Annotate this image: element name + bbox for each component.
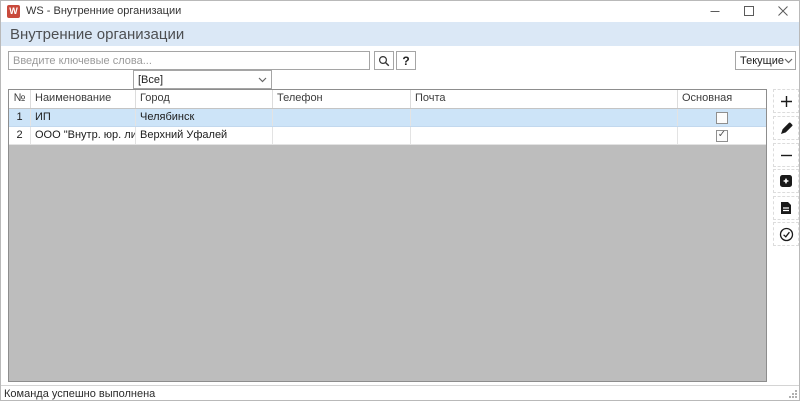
search-input[interactable] bbox=[8, 51, 370, 70]
table-row[interactable]: 1 ИП Челябинск bbox=[9, 109, 766, 127]
cell-mail bbox=[411, 109, 678, 126]
window-controls bbox=[698, 0, 800, 22]
help-button[interactable]: ? bbox=[396, 51, 416, 70]
col-header-mail[interactable]: Почта bbox=[411, 90, 678, 108]
add-button[interactable] bbox=[773, 89, 799, 113]
primary-checkbox[interactable] bbox=[716, 112, 728, 124]
app-logo-letter: W bbox=[9, 7, 18, 16]
organizations-table: № Наименование Город Телефон Почта Основ… bbox=[8, 89, 767, 382]
status-message: Команда успешно выполнена bbox=[4, 388, 155, 400]
minimize-icon bbox=[710, 6, 720, 16]
page-header: Внутренние организации bbox=[0, 22, 800, 46]
cell-city: Верхний Уфалей bbox=[136, 127, 273, 144]
document-icon bbox=[780, 201, 792, 215]
titlebar: W WS - Внутренние организации bbox=[0, 0, 800, 22]
cell-city: Челябинск bbox=[136, 109, 273, 126]
search-button[interactable] bbox=[374, 51, 394, 70]
edit-button[interactable] bbox=[773, 116, 799, 140]
minus-icon bbox=[780, 149, 793, 162]
plus-icon bbox=[780, 95, 793, 108]
status-filter-value: Текущие bbox=[740, 55, 784, 67]
box-plus-icon bbox=[779, 174, 793, 188]
approve-button[interactable] bbox=[773, 222, 799, 246]
col-header-city[interactable]: Город bbox=[136, 90, 273, 108]
close-button[interactable] bbox=[766, 0, 800, 22]
window-title: WS - Внутренние организации bbox=[26, 5, 181, 17]
check-circle-icon bbox=[779, 227, 794, 242]
col-header-primary[interactable]: Основная bbox=[678, 90, 766, 108]
minimize-button[interactable] bbox=[698, 0, 732, 22]
cell-num: 1 bbox=[9, 109, 31, 126]
col-header-phone[interactable]: Телефон bbox=[273, 90, 411, 108]
delete-button[interactable] bbox=[773, 143, 799, 167]
column-filter-select[interactable]: [Все] bbox=[133, 70, 272, 89]
cell-mail bbox=[411, 127, 678, 144]
maximize-button[interactable] bbox=[732, 0, 766, 22]
maximize-icon bbox=[744, 6, 754, 16]
column-filter-value: [Все] bbox=[138, 74, 163, 86]
search-icon bbox=[378, 55, 390, 67]
primary-checkbox[interactable] bbox=[716, 130, 728, 142]
help-label: ? bbox=[402, 54, 409, 68]
status-filter-select[interactable]: Текущие bbox=[735, 51, 796, 70]
resize-grip-icon[interactable] bbox=[788, 389, 798, 399]
table-header-row: № Наименование Город Телефон Почта Основ… bbox=[9, 90, 766, 109]
chevron-down-icon bbox=[784, 58, 793, 64]
table-row[interactable]: 2 ООО "Внутр. юр. лицо" Верхний Уфалей bbox=[9, 127, 766, 145]
close-icon bbox=[778, 6, 788, 16]
cell-num: 2 bbox=[9, 127, 31, 144]
cell-name: ИП bbox=[31, 109, 136, 126]
chevron-down-icon bbox=[258, 77, 267, 83]
cell-primary bbox=[678, 127, 766, 144]
page-title: Внутренние организации bbox=[10, 26, 184, 43]
table-empty-area bbox=[9, 145, 766, 381]
archive-button[interactable] bbox=[773, 169, 799, 193]
col-header-num[interactable]: № bbox=[9, 90, 31, 108]
cell-primary bbox=[678, 109, 766, 126]
col-header-name[interactable]: Наименование bbox=[31, 90, 136, 108]
pencil-icon bbox=[780, 122, 793, 135]
cell-phone bbox=[273, 127, 411, 144]
app-logo-icon: W bbox=[7, 5, 20, 18]
report-button[interactable] bbox=[773, 196, 799, 220]
cell-name: ООО "Внутр. юр. лицо" bbox=[31, 127, 136, 144]
status-bar: Команда успешно выполнена bbox=[0, 385, 800, 401]
cell-phone bbox=[273, 109, 411, 126]
